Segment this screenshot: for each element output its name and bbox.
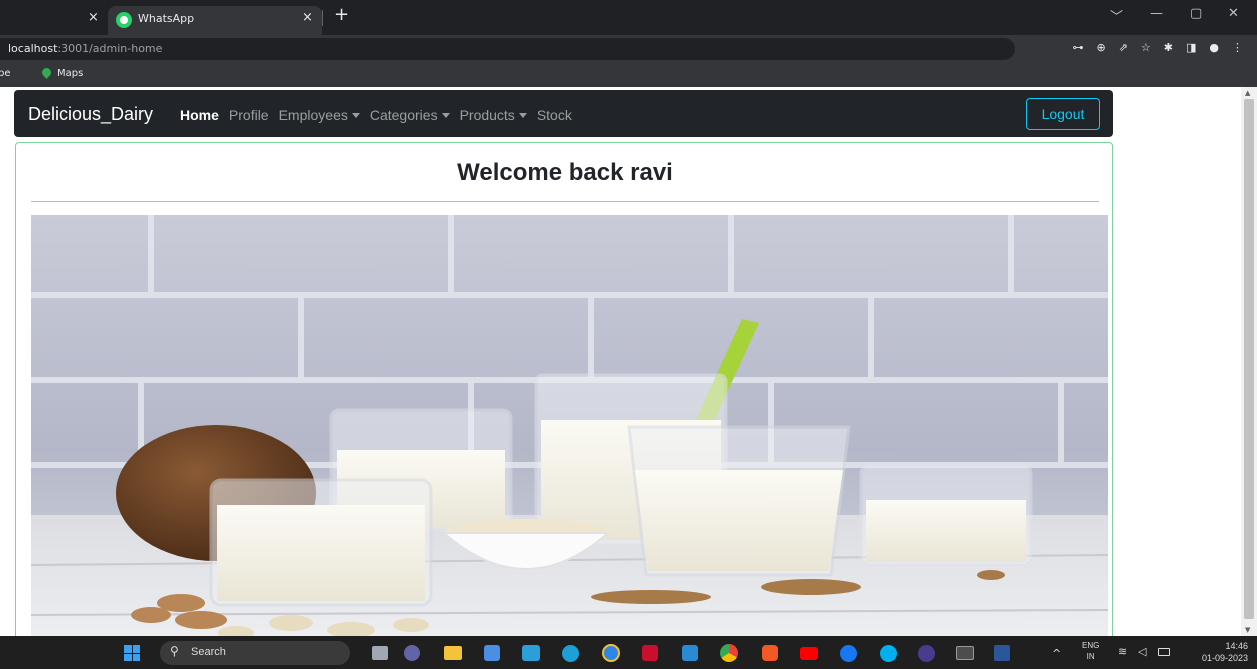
caret-down-icon <box>351 113 360 118</box>
search-icon: ⚲ <box>170 644 179 658</box>
restore-icon[interactable]: ▢ <box>1190 6 1202 21</box>
close-window-icon[interactable]: ✕ <box>1228 6 1239 21</box>
task-view-icon[interactable] <box>372 646 388 660</box>
battery-icon[interactable] <box>1158 648 1170 656</box>
wifi-icon[interactable]: ≋ <box>1118 645 1127 658</box>
share-icon[interactable]: ⇗ <box>1119 41 1128 54</box>
scroll-down-arrow-icon[interactable]: ▼ <box>1245 626 1250 634</box>
taskbar-search-box[interactable]: ⚲ Search <box>160 641 350 665</box>
nav-categories-label: Categories <box>369 107 438 123</box>
profile-avatar-icon[interactable]: ● <box>1209 41 1219 54</box>
menu-kebab-icon[interactable]: ⋮ <box>1232 41 1243 54</box>
maps-icon <box>40 66 53 79</box>
nav-products-label: Products <box>459 107 515 123</box>
bookmark-maps-label: Maps <box>57 68 84 79</box>
nav-stock[interactable]: Stock <box>537 107 572 123</box>
language-indicator[interactable]: ENG IN <box>1082 640 1099 662</box>
bookmark-partial[interactable]: be <box>0 68 11 79</box>
omnibox[interactable]: localhost:3001/admin-home <box>0 38 1015 60</box>
skype-icon[interactable] <box>880 645 897 662</box>
url-path: :3001/admin-home <box>57 42 163 55</box>
volume-icon[interactable]: ◁ <box>1138 645 1146 658</box>
nav-links: Home Profile Employees Categories Produc… <box>180 107 572 123</box>
address-bar-icons: ⊶ ⊕ ⇗ ☆ ✱ ◨ ● ⋮ <box>1072 41 1243 54</box>
edge-icon[interactable] <box>562 645 579 662</box>
clock-time: 14:46 <box>1225 641 1248 651</box>
url-text[interactable]: localhost:3001/admin-home <box>8 42 162 55</box>
mcafee-icon[interactable] <box>642 645 658 661</box>
chrome-icon[interactable] <box>720 644 738 662</box>
tab-search-dropdown-icon[interactable]: ﹀ <box>1110 6 1123 25</box>
word-icon[interactable] <box>994 645 1010 661</box>
page-viewport: Delicious_Dairy Home Profile Employees C… <box>0 87 1241 636</box>
bookmark-maps[interactable]: Maps <box>40 66 84 79</box>
minimize-icon[interactable]: — <box>1150 6 1163 21</box>
url-host: localhost <box>8 42 58 55</box>
language-top: ENG <box>1082 641 1100 650</box>
eclipse-icon[interactable] <box>918 645 935 662</box>
whatsapp-icon <box>116 12 132 28</box>
clock[interactable]: 14:46 01-09-2023 <box>1186 640 1248 664</box>
welcome-heading: Welcome back ravi <box>457 159 673 186</box>
extensions-icon[interactable]: ✱ <box>1164 41 1173 54</box>
taskbar-search-label: Search <box>191 646 226 658</box>
nav-products-dropdown[interactable]: Products <box>460 107 527 123</box>
address-bar-row: localhost:3001/admin-home ⊶ ⊕ ⇗ ☆ ✱ ◨ ● … <box>0 35 1257 63</box>
new-tab-button[interactable]: + <box>334 4 349 25</box>
browser-tabstrip: × WhatsApp × + ﹀ — ▢ ✕ <box>0 0 1257 35</box>
file-explorer-icon[interactable] <box>444 646 462 660</box>
welcome-card: Welcome back ravi <box>15 142 1113 636</box>
logout-button[interactable]: Logout <box>1026 98 1100 130</box>
nav-home[interactable]: Home <box>180 107 219 123</box>
tab-whatsapp[interactable]: WhatsApp × <box>108 6 322 35</box>
brave-icon[interactable] <box>762 645 778 661</box>
tray-chevron-icon[interactable]: ^ <box>1052 647 1061 660</box>
vscode-icon[interactable] <box>682 645 698 661</box>
side-panel-icon[interactable]: ◨ <box>1186 41 1196 54</box>
bookmarks-bar: be Maps <box>0 63 1257 87</box>
clock-date: 01-09-2023 <box>1201 653 1248 663</box>
brand-logo-text[interactable]: Delicious_Dairy <box>28 104 153 125</box>
hero-illustration <box>31 215 1108 636</box>
nav-employees-dropdown[interactable]: Employees <box>279 107 360 123</box>
language-bottom: IN <box>1086 652 1095 661</box>
page-scrollbar[interactable]: ▲ ▼ <box>1241 87 1257 636</box>
nav-employees-label: Employees <box>278 107 348 123</box>
key-icon[interactable]: ⊶ <box>1072 41 1083 54</box>
divider <box>31 201 1099 202</box>
hero-image-plant-milk <box>31 215 1108 636</box>
tab-close-icon[interactable]: × <box>302 10 313 25</box>
youtube-icon[interactable] <box>800 647 818 660</box>
scroll-up-arrow-icon[interactable]: ▲ <box>1245 89 1250 97</box>
caret-down-icon <box>518 113 527 118</box>
caret-down-icon <box>441 113 450 118</box>
taskbar: ⚲ Search ^ ENG IN ≋ ◁ 14:46 01-09-2023 <box>0 636 1257 669</box>
nav-categories-dropdown[interactable]: Categories <box>370 107 450 123</box>
navbar: Delicious_Dairy Home Profile Employees C… <box>14 90 1113 137</box>
bookmark-star-icon[interactable]: ☆ <box>1141 41 1151 54</box>
store-icon[interactable] <box>484 645 500 661</box>
facebook-icon[interactable] <box>840 645 857 662</box>
tab-title: WhatsApp <box>138 12 195 25</box>
mydp-app-icon[interactable] <box>522 645 540 661</box>
tab-separator <box>322 10 323 26</box>
scroll-thumb[interactable] <box>1244 99 1254 619</box>
help-app-icon[interactable] <box>602 644 620 662</box>
nav-profile[interactable]: Profile <box>229 107 269 123</box>
previous-tab-close-icon[interactable]: × <box>88 10 99 25</box>
windows-start-icon[interactable] <box>124 645 140 661</box>
zoom-icon[interactable]: ⊕ <box>1096 41 1105 54</box>
teams-chat-icon[interactable] <box>404 645 420 661</box>
terminal-icon[interactable] <box>956 646 974 660</box>
